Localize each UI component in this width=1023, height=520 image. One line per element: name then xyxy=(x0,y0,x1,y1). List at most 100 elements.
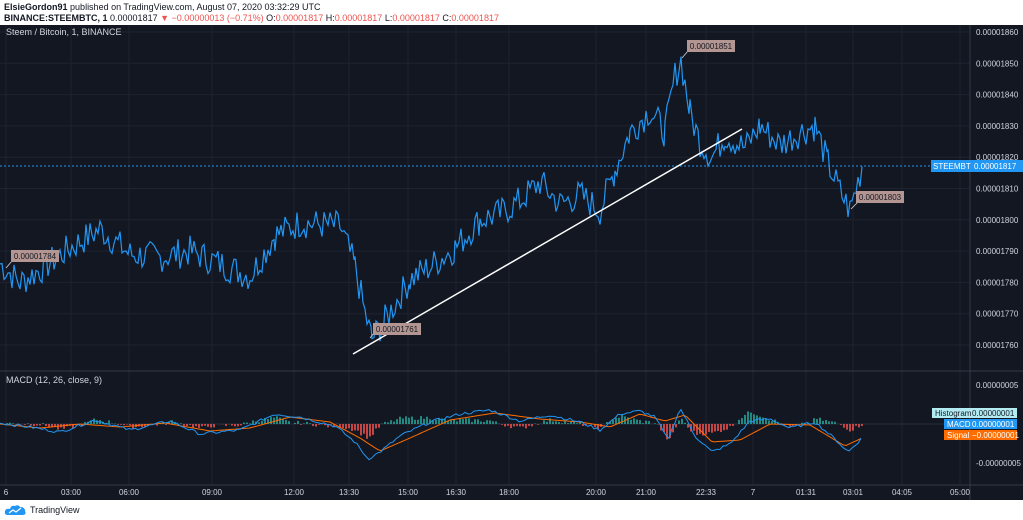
histogram-bar xyxy=(378,424,380,428)
histogram-bar xyxy=(846,424,848,430)
histogram-bar xyxy=(537,424,539,425)
histogram-bar xyxy=(387,422,389,424)
histogram-bar xyxy=(399,416,401,424)
histogram-bar xyxy=(855,424,857,426)
signal-tag: Signal −0.00000001 xyxy=(944,430,1019,440)
publish-info: published on TradingView.com, August 07,… xyxy=(70,2,321,12)
histogram-bar xyxy=(555,421,557,424)
time-axis-label: 09:00 xyxy=(202,488,223,497)
signal-tag-label: Signal xyxy=(947,431,969,440)
histogram-bar xyxy=(360,424,362,436)
tradingview-cloud-icon[interactable] xyxy=(4,504,28,516)
histogram-bar xyxy=(351,424,353,431)
price-scale-label: 0.00001810 xyxy=(976,185,1019,194)
histogram-bar xyxy=(576,423,578,424)
annotation-label: 0.00001803 xyxy=(859,193,902,202)
macd-tag: MACD 0.00000001 xyxy=(944,419,1017,429)
histogram-bar xyxy=(237,424,239,427)
histogram-bar xyxy=(825,420,827,424)
histogram-bar xyxy=(477,419,479,424)
histogram-bar xyxy=(393,421,395,424)
histogram-bar xyxy=(348,424,350,429)
time-axis-label: 20:00 xyxy=(586,488,607,497)
histogram-bar xyxy=(207,424,209,427)
annotation-dip[interactable]: 0.00001803 xyxy=(850,191,904,210)
histogram-bar xyxy=(468,418,470,424)
histogram-bar xyxy=(615,417,617,424)
histogram-bar xyxy=(678,420,680,424)
histogram-bar xyxy=(126,424,128,425)
histogram-bar xyxy=(111,423,113,424)
histogram-bar xyxy=(189,424,191,425)
histogram-bar xyxy=(315,424,317,427)
time-axis-label: 04:05 xyxy=(892,488,913,497)
histogram-bar xyxy=(288,421,290,424)
histogram-bar xyxy=(750,412,752,424)
histogram-bar xyxy=(612,419,614,424)
histogram-bar xyxy=(729,424,731,426)
price-scale[interactable]: 0.00001860 0.00001850 0.00001840 0.00001830… xyxy=(976,28,1019,350)
histogram-bar xyxy=(510,424,512,429)
histogram-bar xyxy=(642,423,644,424)
histogram-bar xyxy=(213,424,215,428)
histogram-bar xyxy=(354,424,356,431)
histogram-bar xyxy=(513,424,515,427)
histogram-bar xyxy=(516,424,518,427)
histogram-bar xyxy=(558,422,560,424)
trend-line[interactable] xyxy=(352,128,743,355)
histogram-bar xyxy=(123,424,125,426)
histogram-bar xyxy=(762,417,764,424)
histogram-bar xyxy=(363,424,365,434)
histogram-bar xyxy=(474,419,476,424)
annotation-high[interactable]: 0.00001851 xyxy=(681,40,735,59)
time-axis-label: 22:33 xyxy=(696,488,717,497)
histogram-bar xyxy=(633,418,635,424)
histogram-bar xyxy=(309,423,311,424)
footer: TradingView xyxy=(0,500,1023,520)
histogram-bar xyxy=(456,421,458,424)
histogram-bar xyxy=(717,424,719,431)
histogram-bar xyxy=(414,419,416,424)
histogram-bar xyxy=(759,416,761,424)
annotation-low[interactable]: 0.00001761 xyxy=(369,323,421,339)
histogram-bar xyxy=(285,419,287,424)
low-value: 0.00001817 xyxy=(392,13,440,23)
annotation-label: 0.00001784 xyxy=(14,252,57,261)
histogram-bar xyxy=(531,424,533,427)
macd-scale-top: 0.00000005 xyxy=(976,381,1019,390)
main-pane-title: Steem / Bitcoin, 1, BINANCE xyxy=(6,27,122,37)
histogram-bar xyxy=(63,424,65,429)
histogram-bar xyxy=(849,424,851,432)
signal-tag-value: −0.00000001 xyxy=(972,431,1019,440)
histogram-bar xyxy=(561,423,563,424)
histogram-bar xyxy=(822,420,824,424)
histogram-bar xyxy=(720,424,722,432)
macd-tag-value: 0.00000001 xyxy=(972,420,1015,429)
histogram-bar xyxy=(240,424,242,426)
open-label: O: xyxy=(266,13,276,23)
time-axis[interactable]: 6 03:00 06:00 09:00 12:00 13:30 15:00 16:30 18:0… xyxy=(4,488,971,497)
histogram-bar xyxy=(39,424,41,426)
down-arrow-icon: ▼ xyxy=(160,13,170,23)
author-name[interactable]: ElsieGordon91 xyxy=(4,2,68,12)
histogram-bar xyxy=(141,424,143,428)
histogram-bar xyxy=(279,417,281,424)
price-scale-label: 0.00001840 xyxy=(976,91,1019,100)
time-axis-label: 16:30 xyxy=(446,488,467,497)
annotation-label: 0.00001851 xyxy=(690,42,733,51)
histogram-bar xyxy=(732,424,734,426)
current-price-tag: STEEMBTC 0.00001817 xyxy=(931,160,1023,172)
chart-canvas[interactable]: Steem / Bitcoin, 1, BINANCE 0.000018600.… xyxy=(0,25,1023,500)
histogram-bar xyxy=(6,423,8,424)
histogram-bar xyxy=(708,424,710,432)
macd-tag-label: MACD xyxy=(947,420,971,429)
histogram-bar xyxy=(813,418,815,424)
histogram-bar xyxy=(408,417,410,424)
histogram-bar xyxy=(84,422,86,424)
brand-name[interactable]: TradingView xyxy=(30,505,80,515)
histogram-bar xyxy=(753,414,755,424)
histogram-bar xyxy=(33,424,35,427)
histogram-bar xyxy=(198,424,200,428)
histogram-bar xyxy=(42,423,44,424)
histogram-bar xyxy=(675,424,677,428)
